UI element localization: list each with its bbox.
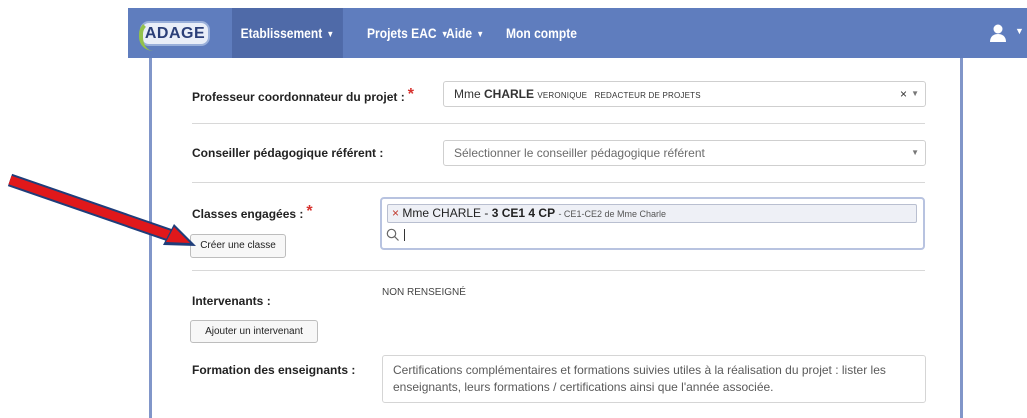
coordinator-select[interactable]: Mme CHARLE VERONIQUE REDACTEUR DE PROJET… bbox=[443, 81, 926, 107]
divider bbox=[192, 123, 925, 124]
coordinator-title: Mme bbox=[454, 87, 481, 101]
training-label: Formation des enseignants : bbox=[192, 363, 356, 377]
training-placeholder-line-2: enseignants, leurs formations / certific… bbox=[393, 380, 774, 394]
advisor-select[interactable]: Sélectionner le conseiller pédagogique r… bbox=[443, 140, 926, 166]
chevron-down-icon[interactable]: ▼ bbox=[911, 141, 919, 165]
menu-aide[interactable]: Aide ▼ bbox=[446, 8, 484, 58]
required-marker: * bbox=[306, 203, 313, 220]
tag-remove-icon[interactable]: × bbox=[392, 206, 399, 220]
search-icon bbox=[386, 228, 399, 241]
coordinator-role: REDACTEUR DE PROJETS bbox=[594, 91, 701, 100]
advisor-placeholder: Sélectionner le conseiller pédagogique r… bbox=[454, 146, 705, 160]
class-tag: × Mme CHARLE - 3 CE1 4 CP - CE1-CE2 de M… bbox=[387, 204, 917, 223]
menu-aide-label: Aide bbox=[446, 25, 473, 41]
coordinator-firstname: VERONIQUE bbox=[537, 91, 588, 100]
annotation-arrow-icon bbox=[7, 173, 196, 246]
user-menu-chevron-icon[interactable]: ▼ bbox=[1015, 26, 1024, 36]
user-icon[interactable] bbox=[989, 23, 1009, 43]
chevron-down-icon: ▼ bbox=[326, 29, 335, 40]
menu-mon-compte[interactable]: Mon compte bbox=[506, 8, 577, 58]
divider bbox=[192, 182, 925, 183]
chevron-down-icon: ▼ bbox=[476, 29, 485, 40]
tag-class-detail: - CE1-CE2 de Mme Charle bbox=[558, 209, 666, 219]
tag-teacher: Mme CHARLE - bbox=[402, 206, 489, 220]
add-intervener-button[interactable]: Ajouter un intervenant bbox=[190, 320, 318, 343]
clear-icon[interactable]: × bbox=[900, 82, 907, 106]
interveners-value: NON RENSEIGNÉ bbox=[382, 287, 466, 298]
chevron-down-icon[interactable]: ▼ bbox=[911, 82, 919, 106]
menu-projets-eac[interactable]: Projets EAC ▼ bbox=[367, 8, 449, 58]
text-cursor[interactable] bbox=[404, 229, 405, 241]
menu-projets-eac-label: Projets EAC bbox=[367, 25, 437, 41]
required-marker: * bbox=[407, 86, 414, 103]
divider bbox=[192, 270, 925, 271]
interveners-label: Intervenants : bbox=[192, 294, 271, 308]
training-textarea[interactable]: Certifications complémentaires et format… bbox=[382, 355, 926, 403]
menu-mon-compte-label: Mon compte bbox=[506, 25, 577, 41]
tag-class-name: 3 CE1 4 CP bbox=[491, 206, 556, 220]
coordinator-surname: CHARLE bbox=[484, 87, 535, 101]
training-placeholder-line-1: Certifications complémentaires et format… bbox=[393, 363, 886, 377]
